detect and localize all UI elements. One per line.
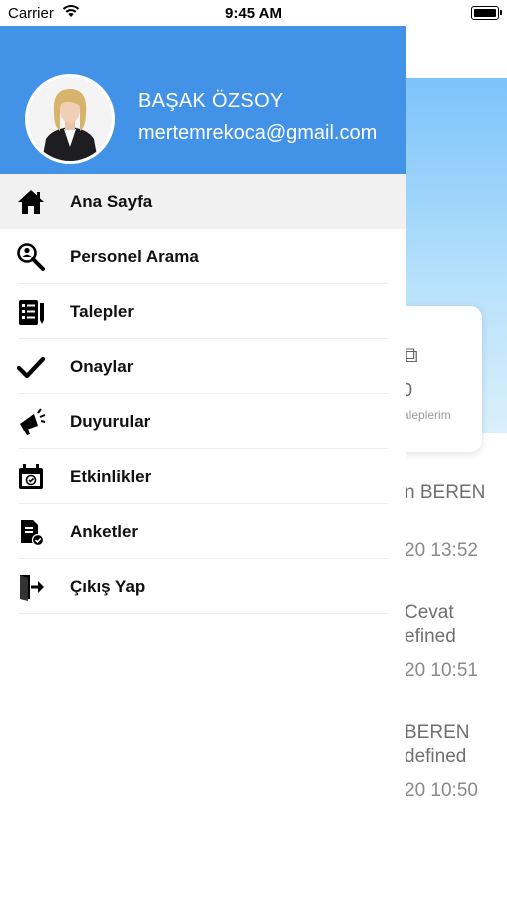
avatar[interactable] — [25, 74, 115, 164]
menu-item-talepler[interactable]: Talepler — [0, 284, 406, 339]
battery-icon — [471, 6, 502, 20]
feed-line: 20 13:52 — [404, 540, 478, 561]
menu-item-anketler[interactable]: Anketler — [0, 504, 406, 559]
menu-label: Etkinlikler — [70, 467, 152, 486]
menu-label: Anketler — [70, 522, 139, 541]
clock: 9:45 AM — [225, 5, 282, 22]
avatar-portrait — [28, 77, 112, 161]
drawer-menu: Ana Sayfa Personel Arama Talepler Onayla… — [0, 174, 406, 614]
menu-item-personel-arama[interactable]: Personel Arama — [0, 229, 406, 284]
calendar-icon — [19, 464, 43, 489]
feed-line: n BEREN — [404, 482, 486, 503]
menu-label: Çıkış Yap — [70, 577, 146, 596]
user-name: BAŞAK ÖZSOY — [138, 90, 284, 112]
feed-line: 20 10:51 — [404, 660, 478, 681]
checklist-icon — [19, 300, 44, 325]
feed-line: defined — [404, 746, 467, 767]
checkmark-icon — [16, 356, 46, 379]
drawer-header: BAŞAK ÖZSOY mertemrekoca@gmail.com — [0, 26, 406, 174]
menu-label: Ana Sayfa — [70, 192, 153, 211]
survey-icon — [21, 520, 45, 547]
menu-label: Onaylar — [70, 357, 134, 376]
feed-line: 20 10:50 — [404, 780, 478, 801]
divider — [18, 613, 388, 614]
menu-item-etkinlikler[interactable]: Etkinlikler — [0, 449, 406, 504]
search-person-icon — [17, 243, 45, 271]
feed-line: Cevat — [404, 602, 454, 623]
megaphone-icon — [20, 408, 46, 435]
menu-item-onaylar[interactable]: Onaylar — [0, 339, 406, 394]
menu-item-cikis-yap[interactable]: Çıkış Yap — [0, 559, 406, 614]
menu-label: Duyurular — [70, 412, 151, 431]
logout-icon — [20, 575, 44, 601]
feed-line: BEREN — [404, 722, 470, 743]
feed-line: efined — [404, 626, 456, 647]
menu-item-ana-sayfa[interactable]: Ana Sayfa — [0, 174, 406, 229]
menu-label: Talepler — [70, 302, 134, 321]
home-icon — [18, 190, 44, 214]
side-drawer: BAŞAK ÖZSOY mertemrekoca@gmail.com Ana S… — [0, 26, 406, 900]
status-bar: Carrier 9:45 AM — [0, 0, 507, 26]
user-email: mertemrekoca@gmail.com — [138, 122, 378, 144]
menu-label: Personel Arama — [70, 247, 199, 266]
requests-card-label: aleplerim — [402, 408, 451, 422]
menu-item-duyurular[interactable]: Duyurular — [0, 394, 406, 449]
